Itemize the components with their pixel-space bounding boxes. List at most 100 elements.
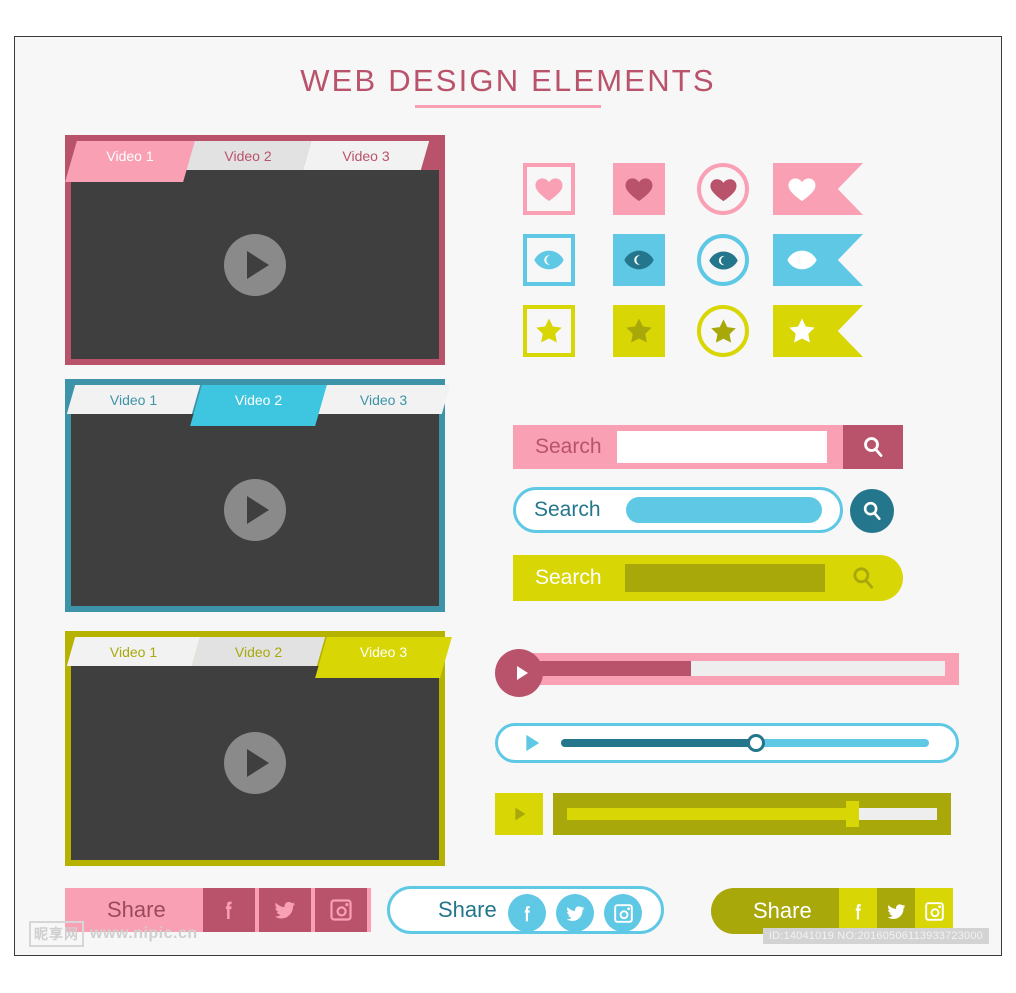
- tab-video-2[interactable]: Video 2: [184, 141, 312, 170]
- watermark-url: www.nipic.cn: [90, 925, 198, 942]
- eye-icon: [787, 250, 817, 270]
- search-label: Search: [535, 435, 602, 458]
- share-label: Share: [753, 898, 812, 923]
- title-underline: [415, 105, 601, 108]
- star-icon-outlined-square[interactable]: [523, 305, 575, 357]
- search-label: Search: [534, 498, 601, 521]
- player-tabbar: Video 1 Video 2 Video 3: [65, 141, 439, 182]
- heart-icon-outlined-circle[interactable]: [697, 163, 749, 215]
- tab-video-3[interactable]: Video 3: [316, 385, 451, 414]
- watermark-logo: 昵享网: [29, 921, 84, 947]
- progress-fill: [535, 661, 691, 676]
- tab-video-1[interactable]: Video 1: [65, 141, 195, 182]
- heart-icon: [788, 178, 816, 201]
- star-icon-ribbon[interactable]: [773, 305, 863, 357]
- star-icon-filled-square[interactable]: [613, 305, 665, 357]
- play-icon[interactable]: [224, 233, 286, 296]
- player-tabbar: Video 1 Video 2 Video 3: [66, 637, 452, 678]
- star-icon: [626, 318, 652, 343]
- tab-label: Video 1: [109, 391, 158, 408]
- play-icon[interactable]: [517, 729, 545, 757]
- play-icon[interactable]: [224, 732, 286, 794]
- share-button-facebook[interactable]: [508, 894, 546, 932]
- watermark: 昵享网 www.nipic.cn: [29, 921, 198, 947]
- star-icon: [789, 318, 815, 343]
- twitter-icon: [887, 903, 905, 919]
- eye-icon-outlined-square[interactable]: [523, 234, 575, 286]
- search-bar-cyan: Search: [513, 487, 894, 533]
- progress-fill: [567, 808, 852, 820]
- share-label: Share: [438, 897, 497, 922]
- player-screen[interactable]: [71, 414, 439, 606]
- tab-video-3[interactable]: Video 3: [315, 637, 452, 678]
- tab-label: Video 2: [234, 643, 283, 660]
- tab-label: Video 3: [359, 644, 408, 660]
- eye-icon-filled-square[interactable]: [613, 234, 665, 286]
- search-input[interactable]: [625, 564, 825, 592]
- eye-icon: [708, 250, 738, 270]
- video-player-2: Video 1 Video 2 Video 3: [65, 379, 451, 612]
- search-input[interactable]: [626, 497, 822, 523]
- progress-knob[interactable]: [845, 801, 859, 827]
- media-progress-bar-cyan: [495, 723, 959, 763]
- facebook-icon: [225, 901, 232, 919]
- heart-icon: [535, 178, 563, 201]
- tab-label: Video 2: [234, 392, 283, 408]
- share-button-twitter[interactable]: [259, 888, 311, 932]
- tab-video-1[interactable]: Video 1: [66, 385, 201, 414]
- tab-label: Video 1: [109, 643, 158, 660]
- share-button-instagram[interactable]: [604, 894, 642, 932]
- tab-video-1[interactable]: Video 1: [66, 637, 201, 666]
- instagram-icon: [613, 903, 633, 923]
- facebook-icon: [524, 905, 530, 921]
- heart-icon-outlined-square[interactable]: [523, 163, 575, 215]
- heart-icon-ribbon[interactable]: [773, 163, 863, 215]
- player-screen[interactable]: [71, 666, 439, 860]
- eye-icon: [534, 250, 564, 270]
- search-button[interactable]: [843, 425, 903, 469]
- search-button[interactable]: [843, 563, 883, 593]
- play-button[interactable]: [495, 793, 543, 835]
- search-label: Search: [535, 566, 602, 589]
- star-icon: [536, 318, 562, 343]
- player-screen[interactable]: [71, 170, 439, 359]
- video-player-3: Video 1 Video 2 Video 3: [65, 631, 452, 866]
- share-button-facebook[interactable]: [203, 888, 255, 932]
- heart-icon-filled-square[interactable]: [613, 163, 665, 215]
- facebook-icon: [855, 903, 861, 919]
- eye-icon-ribbon[interactable]: [773, 234, 863, 286]
- id-badge: ID:14041019 NO:20160506113933723000: [762, 928, 989, 944]
- tab-video-3[interactable]: Video 3: [302, 141, 430, 170]
- star-icon: [710, 318, 736, 343]
- eye-icon-outlined-circle[interactable]: [697, 234, 749, 286]
- star-icon-outlined-circle[interactable]: [697, 305, 749, 357]
- media-progress-bar-pink: [495, 649, 959, 697]
- video-player-1: Video 1 Video 2 Video 3: [65, 135, 445, 365]
- search-input[interactable]: [617, 431, 827, 463]
- progress-fill: [561, 739, 757, 747]
- search-button[interactable]: [850, 489, 894, 533]
- progress-knob[interactable]: [747, 734, 766, 752]
- play-icon[interactable]: [224, 479, 286, 541]
- play-button[interactable]: [495, 649, 543, 697]
- page-title: WEB DESIGN ELEMENTS: [300, 63, 716, 98]
- tab-video-2[interactable]: Video 2: [190, 385, 327, 426]
- instagram-icon: [924, 901, 944, 921]
- screenshot-root: WEB DESIGN ELEMENTS Video 1 Video 2 Video …: [0, 0, 1016, 993]
- share-button-twitter[interactable]: [556, 894, 594, 932]
- instagram-icon: [330, 899, 352, 921]
- twitter-icon: [275, 901, 295, 919]
- player-tabbar: Video 1 Video 2 Video 3: [66, 385, 451, 426]
- tab-label: Video 3: [359, 391, 408, 408]
- twitter-icon: [566, 905, 584, 921]
- search-bar-yellow: Search: [513, 555, 903, 601]
- tab-label: Video 2: [224, 147, 272, 164]
- play-icon: [515, 807, 526, 821]
- tab-video-2[interactable]: Video 2: [191, 637, 326, 666]
- search-bar-pink: Search: [513, 425, 903, 469]
- play-icon: [516, 666, 528, 680]
- tab-label: Video 1: [106, 148, 154, 164]
- heart-icon: [625, 178, 653, 201]
- share-label: Share: [107, 897, 166, 922]
- share-button-instagram[interactable]: [315, 888, 367, 932]
